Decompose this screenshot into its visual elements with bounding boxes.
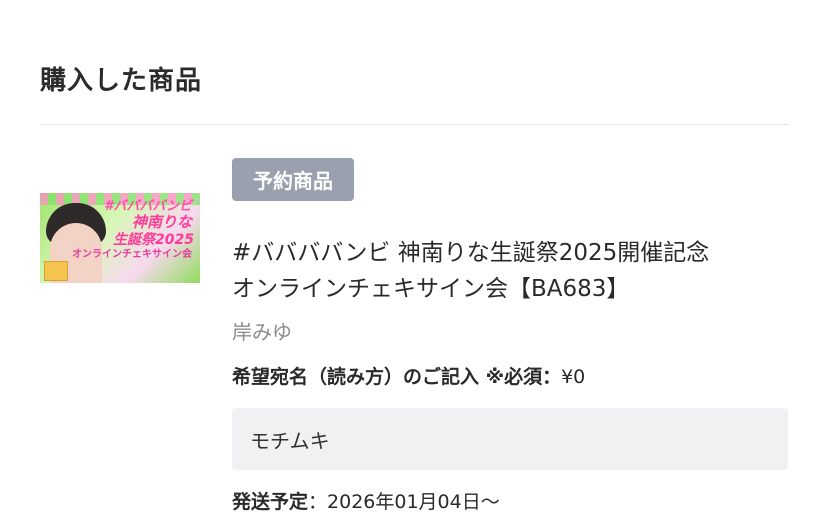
shipping-label: 発送予定 (232, 491, 309, 513)
shipping-date: 2026年01月04日〜 (327, 491, 500, 513)
divider (40, 124, 788, 125)
field-label: 希望宛名（読み方）のご記入 ※必須：¥0 (232, 362, 585, 389)
section-title: 購入した商品 (40, 66, 203, 96)
field-label-text: 希望宛名（読み方）のご記入 ※必須： (232, 366, 562, 388)
product-thumbnail[interactable]: #ババババンビ 神南りな 生誕祭2025 オンラインチェキサイン会 (40, 193, 200, 283)
product-title-line-1: #ババババンビ 神南りな生誕祭2025開催記念 (232, 240, 710, 266)
shipping-separator: ： (308, 491, 328, 513)
gift-box-icon (44, 261, 68, 281)
preorder-badge: 予約商品 (232, 158, 354, 201)
seller-name: 岸みゆ (232, 320, 292, 344)
shipping-schedule: 発送予定：2026年01月04日〜 (232, 487, 500, 514)
field-price: ¥0 (561, 366, 586, 388)
purchased-items-page: 購入した商品 #ババババンビ 神南りな 生誕祭2025 オンラインチェキサイン会… (0, 0, 827, 527)
recipient-name-value: モチムキ (250, 428, 330, 453)
thumbnail-text-4: オンラインチェキサイン会 (72, 249, 192, 260)
recipient-name-field[interactable]: モチムキ (232, 408, 788, 470)
product-title[interactable]: #ババババンビ 神南りな生誕祭2025開催記念 オンラインチェキサイン会【BA6… (232, 235, 792, 307)
product-title-line-2: オンラインチェキサイン会【BA683】 (232, 276, 630, 302)
